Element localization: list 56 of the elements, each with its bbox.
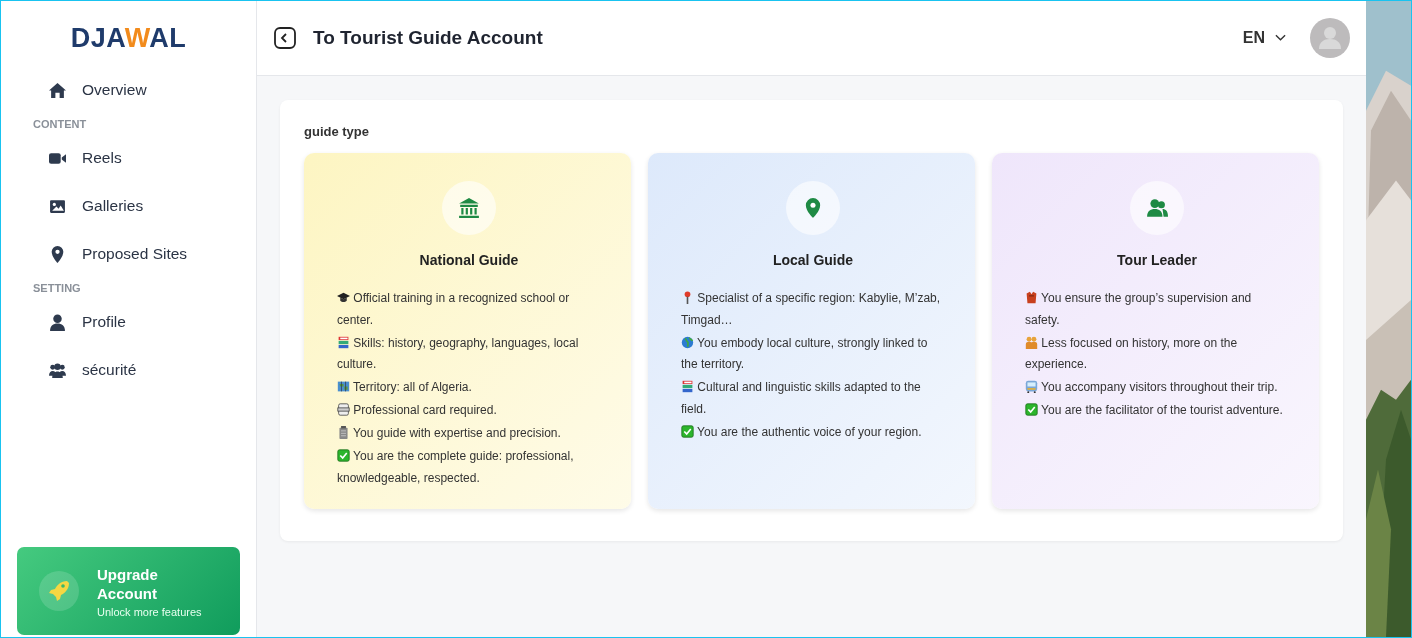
- card-title: Tour Leader: [1117, 252, 1197, 268]
- map-pin-icon: [49, 245, 66, 263]
- vest-icon: [1025, 291, 1038, 304]
- check-icon: [337, 449, 350, 462]
- sidebar-item[interactable]: Reels: [17, 134, 256, 182]
- rocket-icon: [39, 571, 79, 611]
- books-icon: [337, 335, 350, 349]
- upgrade-title: Upgrade Account: [97, 564, 159, 603]
- guide-type-card[interactable]: [304, 153, 631, 509]
- sidebar-item[interactable]: Proposed Sites: [17, 230, 256, 278]
- check-icon: [1025, 403, 1038, 416]
- card-title: National Guide: [419, 252, 519, 268]
- clipboard-icon: [337, 426, 350, 439]
- graduation-cap-icon: [337, 291, 350, 304]
- page-title: To Tourist Guide Account: [313, 27, 543, 49]
- guide-type-card[interactable]: [648, 153, 975, 509]
- bullet-text: You guide with expertise and precision.: [337, 423, 601, 445]
- people-icon: [1025, 335, 1038, 349]
- sidebar-item[interactable]: Overview: [17, 66, 256, 114]
- map-icon: [337, 380, 350, 393]
- bullet-text: You are the complete guide: professional, knowledgeable, respected.: [337, 448, 575, 487]
- bullet-text: Official training in a recognized school or center.: [337, 290, 571, 329]
- users-icon: [49, 361, 66, 379]
- bullet-text: You accompany visitors throughout their trip.: [1025, 377, 1289, 399]
- bullet-text: You are the facilitator of the tourist adventure.: [1025, 400, 1289, 422]
- globe-icon: [681, 335, 694, 349]
- bullet-text: Professional card required.: [337, 400, 601, 422]
- check-icon: [681, 424, 694, 438]
- bullet-text: Territory: all of Algeria.: [337, 377, 601, 399]
- caret-icon: [1275, 34, 1286, 42]
- user-icon: [49, 313, 66, 331]
- bullet-text: Cultural and linguistic skills adapted to the field.: [681, 379, 922, 418]
- bus-icon: [1025, 380, 1038, 393]
- section-heading: SETTING: [32, 281, 82, 296]
- home-icon: [49, 81, 66, 99]
- logo: DJAWAL: [70, 23, 187, 54]
- section-label: guide type: [304, 124, 370, 139]
- bank-icon: [458, 197, 480, 219]
- bullet-text: Less focused on history, more on the experience.: [1025, 334, 1239, 373]
- sidebar-item[interactable]: sécurité: [17, 346, 256, 394]
- books-icon: [681, 380, 694, 393]
- bullet-text: Specialist of a specific region: Kabylie, M’zab, Timgad…: [681, 290, 942, 329]
- image-icon: [49, 197, 66, 215]
- section-heading: CONTENT: [32, 117, 88, 132]
- language-selector[interactable]: EN: [1242, 29, 1286, 47]
- bullet-text: You ensure the group’s supervision and safety.: [1025, 290, 1253, 329]
- bullet-text: You embody local culture, strongly linked to the territory.: [681, 334, 929, 373]
- back-icon[interactable]: [273, 26, 297, 50]
- bullet-text: You are the authentic voice of your region.: [681, 421, 945, 443]
- bullet-text: Skills: history, geography, languages, local culture.: [337, 334, 580, 373]
- upgrade-subtitle: Unlock more features: [97, 605, 202, 618]
- sidebar-item[interactable]: Galleries: [17, 182, 256, 230]
- sidebar-item[interactable]: Profile: [17, 298, 256, 346]
- card-title: Local Guide: [772, 252, 854, 268]
- users-icon: [1146, 197, 1168, 219]
- guide-type-card[interactable]: [992, 153, 1319, 509]
